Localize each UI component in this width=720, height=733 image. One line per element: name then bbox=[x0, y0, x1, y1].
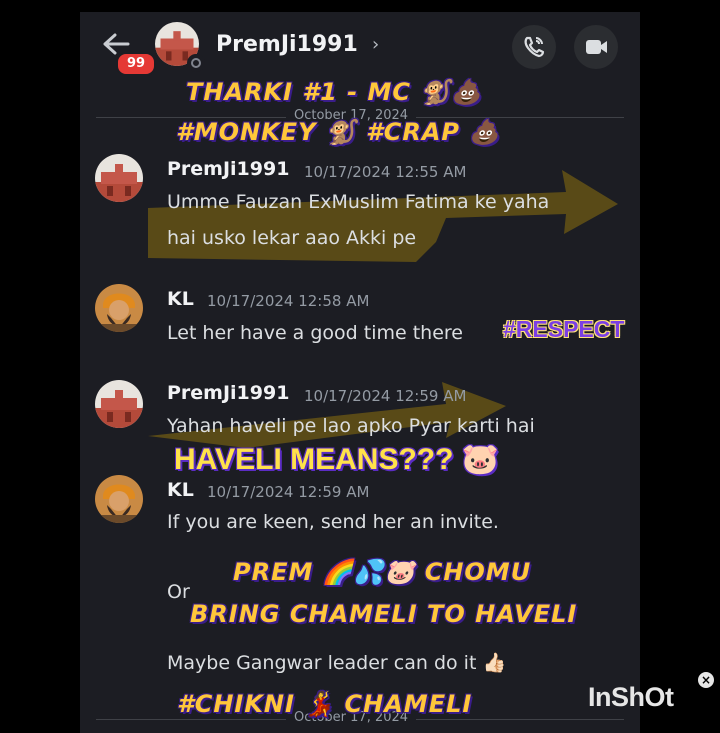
message-author[interactable]: PremJi1991 bbox=[167, 158, 289, 180]
close-icon[interactable]: × bbox=[698, 672, 714, 688]
message-text: hai usko lekar aao Akki pe bbox=[167, 227, 417, 249]
video-icon bbox=[586, 40, 607, 54]
video-call-button[interactable] bbox=[574, 25, 618, 69]
message-timestamp: 10/17/2024 12:59 AM bbox=[304, 387, 467, 405]
overlay-caption: HAVELI MEANS??? 🐷 bbox=[174, 443, 500, 476]
overlay-caption: #CHIKNI 💃 CHAMELI bbox=[176, 689, 473, 718]
message-text: Yahan haveli pe lao apko Pyar karti hai bbox=[167, 415, 535, 437]
chevron-right-icon[interactable]: › bbox=[372, 34, 379, 55]
overlay-caption: BRING CHAMELI TO HAVELI bbox=[189, 599, 578, 628]
avatar[interactable] bbox=[95, 284, 143, 332]
unread-badge: 99 bbox=[116, 52, 156, 76]
avatar[interactable] bbox=[95, 380, 143, 428]
message-text: Umme Fauzan ExMuslim Fatima ke yaha bbox=[167, 191, 550, 213]
message-text: If you are keen, send her an invite. bbox=[167, 511, 499, 533]
message-text: Maybe Gangwar leader can do it 👍🏻 bbox=[167, 652, 507, 674]
chat-title[interactable]: PremJi1991 bbox=[216, 32, 358, 57]
overlay-caption: PREM 🌈💦🐷 CHOMU bbox=[232, 557, 532, 586]
call-button[interactable] bbox=[512, 25, 556, 69]
overlay-caption: #MONKEY 🐒 #CRAP 💩 bbox=[175, 117, 501, 146]
overlay-caption: #RESPECT bbox=[503, 316, 625, 342]
inshot-watermark: InShOt bbox=[588, 682, 674, 712]
message-timestamp: 10/17/2024 12:55 AM bbox=[304, 163, 467, 181]
message-author[interactable]: KL bbox=[167, 479, 194, 501]
status-dot bbox=[187, 54, 205, 72]
message-text: Or bbox=[167, 581, 190, 603]
avatar[interactable] bbox=[95, 475, 143, 523]
overlay-caption: THARKI #1 - MC 🐒💩 bbox=[185, 77, 483, 106]
phone-icon bbox=[524, 36, 545, 58]
message-author[interactable]: KL bbox=[167, 288, 194, 310]
message-text: Let her have a good time there bbox=[167, 322, 463, 344]
message-timestamp: 10/17/2024 12:59 AM bbox=[207, 483, 370, 501]
message-author[interactable]: PremJi1991 bbox=[167, 382, 289, 404]
chat-header: 99 PremJi1991 › bbox=[80, 12, 640, 80]
avatar[interactable] bbox=[95, 154, 143, 202]
message-timestamp: 10/17/2024 12:58 AM bbox=[207, 292, 370, 310]
